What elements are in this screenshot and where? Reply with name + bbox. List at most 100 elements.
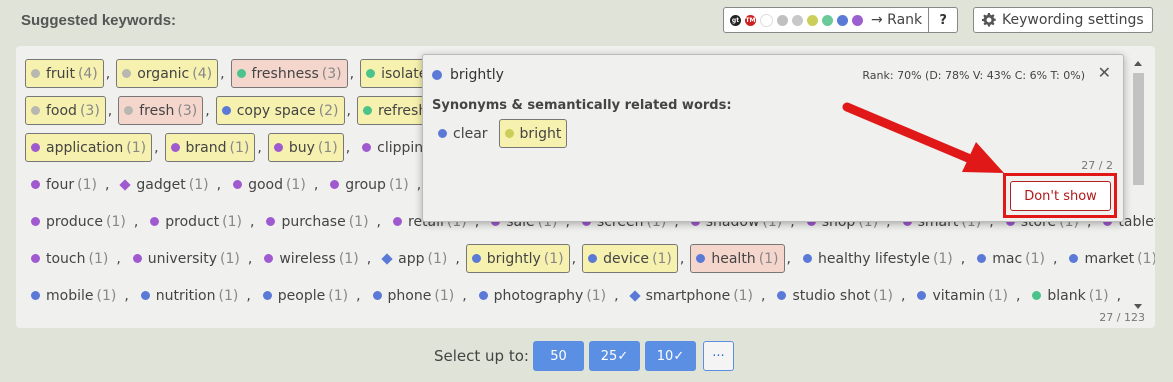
keyword-chip[interactable]: freshness (3): [230, 59, 348, 88]
help-button[interactable]: ?: [928, 8, 957, 32]
keyword-chip[interactable]: touch (1): [25, 244, 114, 273]
keyword-chip[interactable]: produce (1): [25, 207, 132, 236]
keyword-chip[interactable]: photography (1): [473, 281, 613, 310]
select-25-button[interactable]: 25✓: [589, 341, 640, 371]
keyword-chip[interactable]: food (3): [25, 96, 106, 125]
separator: ,: [154, 139, 159, 156]
keyword-text: app: [398, 250, 425, 267]
scrollbar[interactable]: [1132, 55, 1146, 315]
keyword-count: (1): [77, 176, 97, 193]
keyword-dot-icon: [140, 291, 150, 300]
keyword-chip[interactable]: product (1): [144, 207, 248, 236]
keywording-settings-button[interactable]: Keywording settings: [973, 7, 1153, 33]
keyword-text: health: [711, 250, 756, 267]
select-10-button[interactable]: 10✓: [645, 341, 696, 371]
keyword-dot-icon: [366, 69, 376, 78]
keyword-chip[interactable]: fresh (3): [118, 96, 204, 125]
separator: ,: [679, 250, 685, 267]
keyword-chip[interactable]: application (1): [25, 133, 153, 162]
keyword-count: (1): [1025, 250, 1045, 267]
keyword-chip[interactable]: vitamin (1): [911, 281, 1014, 310]
keyword-dot-icon: [696, 254, 706, 263]
keyword-text: produce: [46, 213, 103, 230]
keyword-count: (1): [873, 287, 893, 304]
keyword-chip[interactable]: phone (1): [367, 281, 461, 310]
scroll-down-icon[interactable]: [1134, 304, 1142, 309]
separator: ,: [786, 250, 791, 267]
keyword-chip[interactable]: healthy lifestyle (1): [797, 244, 959, 273]
keyword-text: university: [147, 250, 218, 267]
keyword-text: organic: [137, 65, 190, 82]
select-50-button[interactable]: 50: [533, 341, 584, 371]
keyword-chip[interactable]: health (1): [690, 244, 785, 273]
keyword-dot-icon: [977, 254, 987, 263]
keyword-dot-icon: [504, 129, 514, 138]
separator: ,: [761, 287, 766, 304]
keyword-text: photography: [493, 287, 584, 304]
keyword-count: (4): [192, 65, 213, 82]
separator: ,: [462, 287, 467, 304]
separator: ,: [416, 176, 422, 193]
keyword-chip[interactable]: good (1): [227, 170, 312, 199]
keyword-chip[interactable]: mobile (1): [25, 281, 122, 310]
keyword-chip[interactable]: purchase (1): [260, 207, 374, 236]
keyword-text: nutrition: [155, 287, 216, 304]
keyword-count: (1): [188, 176, 209, 193]
separator: ,: [345, 139, 351, 156]
diamond-icon: [381, 252, 393, 265]
keyword-count: (1): [348, 213, 369, 230]
separator: ,: [220, 65, 225, 82]
keyword-dot-icon: [262, 291, 272, 300]
keyword-chip[interactable]: clear: [432, 119, 494, 148]
keyword-count: (1): [758, 250, 779, 267]
rank-button[interactable]: gt TM → Rank: [724, 8, 928, 32]
keyword-dot-icon: [266, 217, 276, 226]
keyword-chip[interactable]: bright: [498, 119, 568, 148]
rank-filter[interactable]: gt TM → Rank ?: [723, 7, 959, 33]
dont-show-button[interactable]: Don't show: [1010, 181, 1111, 211]
keyword-dot-icon: [372, 291, 382, 300]
keyword-chip[interactable]: nutrition (1): [135, 281, 245, 310]
keyword-count: (1): [1088, 287, 1109, 304]
keyword-chip[interactable]: group (1): [324, 170, 415, 199]
keyword-chip[interactable]: mac (1): [971, 244, 1051, 273]
separator: ,: [104, 176, 110, 193]
keyword-chip[interactable]: four (1): [25, 170, 103, 199]
synonyms-label: Synonyms & semantically related words:: [432, 98, 732, 113]
keyword-chip[interactable]: university (1): [127, 244, 246, 273]
keyword-chip[interactable]: fruit (4): [25, 59, 104, 88]
keyword-dot-icon: [132, 254, 142, 263]
keyword-dot-icon: [236, 69, 246, 78]
keyword-text: touch: [46, 250, 86, 267]
keyword-chip[interactable]: app (1): [377, 244, 453, 273]
keyword-dot-icon: [221, 106, 231, 115]
more-button[interactable]: ···: [703, 341, 734, 371]
keyword-chip[interactable]: studio shot (1): [771, 281, 899, 310]
keyword-count: (1): [932, 250, 953, 267]
separator: ,: [1116, 287, 1122, 304]
keyword-chip[interactable]: people (1): [257, 281, 354, 310]
keyword-dot-icon: [150, 217, 160, 226]
keyword-chip[interactable]: gadget (1): [115, 170, 214, 199]
keyword-chip[interactable]: brand (1): [164, 133, 256, 162]
keyword-count: (1): [543, 250, 564, 267]
close-icon[interactable]: ✕: [1098, 63, 1111, 82]
separator: ,: [356, 287, 361, 304]
keyword-chip[interactable]: copy space (2): [215, 96, 345, 125]
keyword-chip[interactable]: organic (4): [116, 59, 219, 88]
keyword-chip[interactable]: smartphone (1): [625, 281, 759, 310]
keyword-chip[interactable]: brightly (1): [465, 244, 570, 273]
keyword-count: (1): [220, 250, 240, 267]
keyword-chip[interactable]: device (1): [582, 244, 678, 273]
scroll-up-icon[interactable]: [1134, 61, 1142, 66]
separator: ,: [455, 250, 460, 267]
keyword-chip[interactable]: blank (1): [1026, 281, 1114, 310]
separator: ,: [107, 102, 113, 119]
keyword-dot-icon: [438, 129, 447, 138]
keyword-chip[interactable]: buy (1): [267, 133, 344, 162]
keyword-chip[interactable]: wireless (1): [258, 244, 364, 273]
separator: ,: [349, 65, 355, 82]
scroll-thumb[interactable]: [1133, 73, 1144, 185]
rank-dot-icon: [807, 14, 818, 26]
keyword-count: (3): [321, 65, 342, 82]
